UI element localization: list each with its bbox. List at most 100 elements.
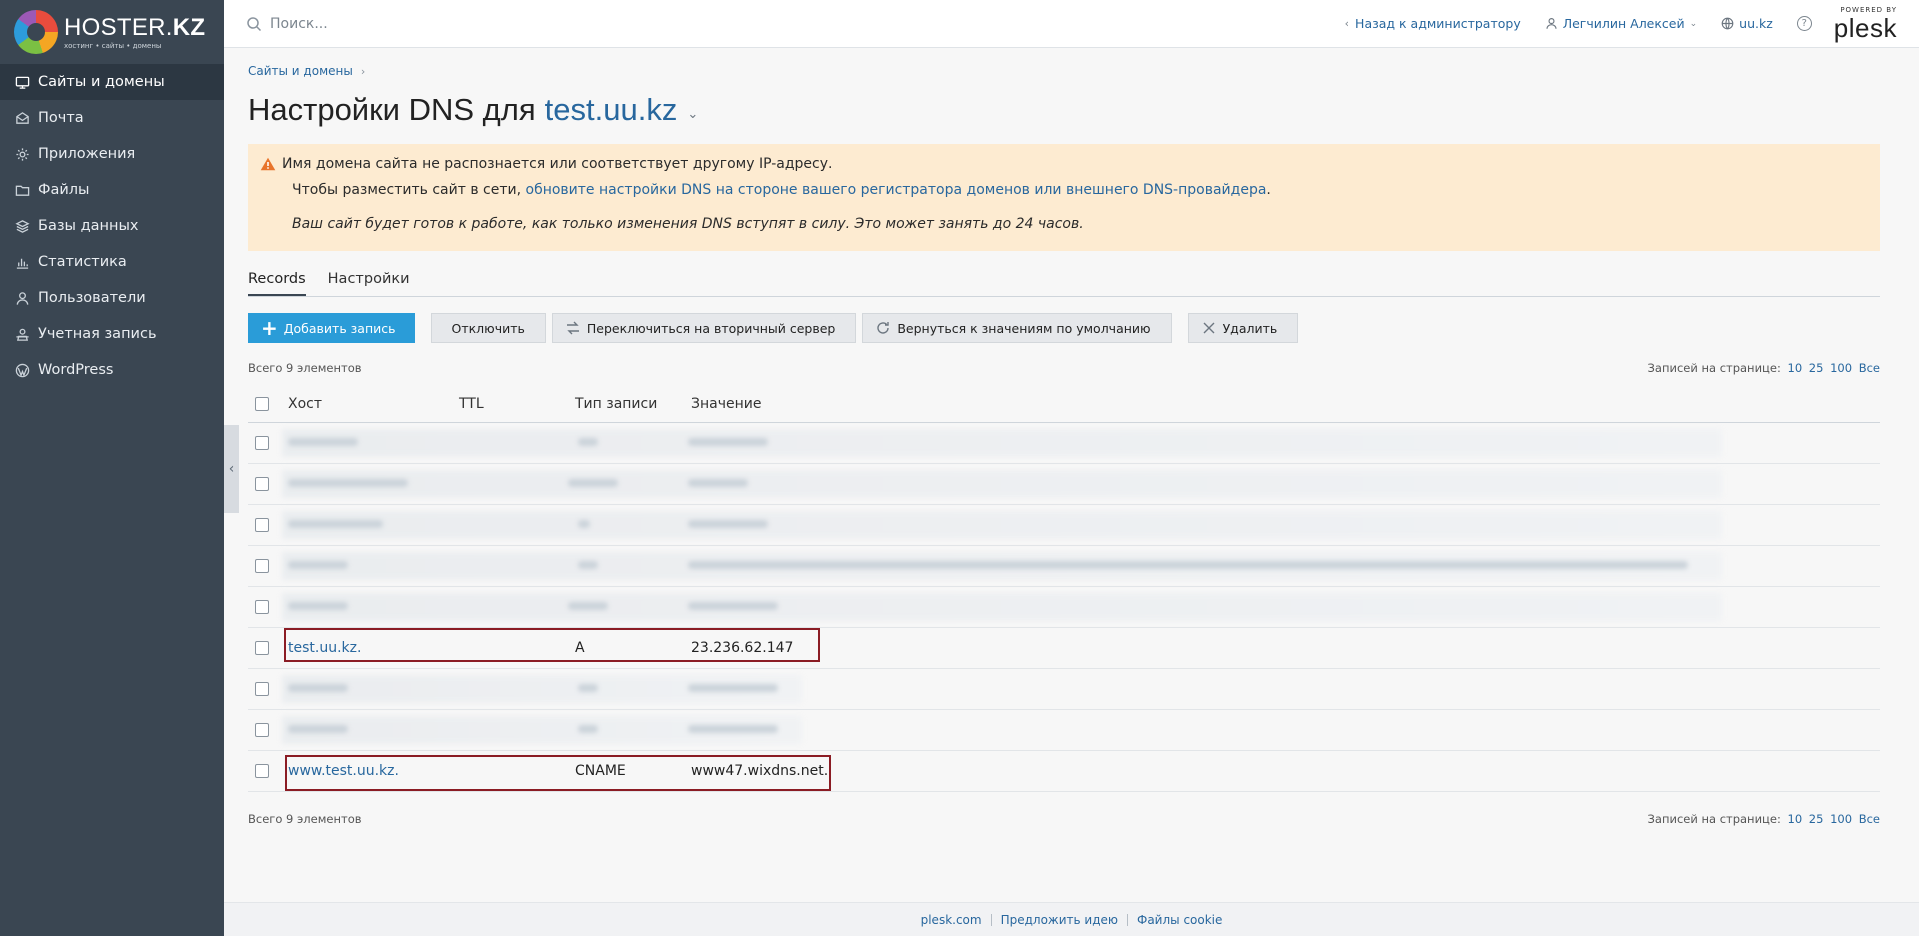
total-count: Всего 9 элементов [248,361,362,375]
chevron-down-icon: ⌄ [1689,18,1698,29]
sidebar-item-files[interactable]: Файлы [0,172,224,208]
search-input[interactable] [270,15,670,32]
per-page-selector: Записей на странице: 10 25 100 Все [1647,812,1880,826]
value-cell: 23.236.62.147 [691,640,794,656]
per-page-selector: Записей на странице: 10 25 100 Все [1647,361,1880,375]
sidebar-item-wordpress[interactable]: WordPress [0,352,224,388]
delete-button[interactable]: Удалить [1187,313,1299,343]
sidebar-item-label: Файлы [38,182,90,198]
warning-note: Ваш сайт будет готов к работе, как тольк… [292,216,1084,232]
hoster-logo-icon [14,10,58,54]
highlight-box [285,755,831,791]
footer: plesk.com Предложить идею Файлы cookie [224,902,1919,936]
sidebar: HOSTER.KZ хостинг • сайты • домены Сайты… [0,0,224,936]
table-row [248,464,1880,505]
switch-secondary-button[interactable]: Переключиться на вторичный сервер [551,313,857,343]
add-record-button[interactable]: + Добавить запись [248,313,415,343]
tab-settings[interactable]: Настройки [328,271,410,296]
topbar: ‹ Назад к администратору Легчилин Алексе… [224,0,1919,48]
per-page-100[interactable]: 100 [1830,812,1852,826]
restore-defaults-button[interactable]: Вернуться к значениям по умолчанию [862,313,1172,343]
main-content: Сайты и домены › Настройки DNS для test.… [248,48,1880,826]
sidebar-item-applications[interactable]: Приложения [0,136,224,172]
monitor-icon [14,74,30,90]
sidebar-item-mail[interactable]: Почта [0,100,224,136]
chevron-down-icon[interactable]: ⌄ [687,106,698,122]
footer-link-cookies[interactable]: Файлы cookie [1128,913,1231,927]
database-icon [14,218,30,234]
redacted-row [282,429,1722,457]
footer-link-suggest-idea[interactable]: Предложить идею [992,913,1127,927]
row-checkbox[interactable] [255,518,269,532]
row-checkbox[interactable] [255,723,269,737]
account-icon [14,326,30,342]
per-page-10[interactable]: 10 [1788,361,1803,375]
warning-icon [260,157,276,171]
table-row [248,423,1880,464]
plesk-logo: POWERED BY plesk [1833,5,1897,43]
total-count: Всего 9 элементов [248,812,362,826]
sidebar-item-label: Пользователи [38,290,146,306]
per-page-10[interactable]: 10 [1788,812,1803,826]
table-row [248,669,1880,710]
update-dns-link[interactable]: обновите настройки DNS на стороне вашего… [526,182,1267,198]
sidebar-item-label: Статистика [38,254,127,270]
column-host[interactable]: Хост [288,396,459,412]
sidebar-collapse-handle[interactable]: ‹ [224,425,239,513]
tab-records[interactable]: Records [248,271,306,296]
per-page-25[interactable]: 25 [1809,812,1824,826]
column-ttl[interactable]: TTL [459,396,575,412]
chevron-right-icon: › [360,64,366,78]
dns-warning-banner: Имя домена сайта не распознается или соо… [248,144,1880,251]
row-checkbox[interactable] [255,436,269,450]
per-page-25[interactable]: 25 [1809,361,1824,375]
redacted-row [282,511,1722,539]
user-icon [14,290,30,306]
wordpress-icon [14,362,30,378]
sidebar-item-label: Приложения [38,146,136,162]
toolbar: + Добавить запись Отключить Переключитьс… [248,313,1880,343]
value-cell: www47.wixdns.net. [691,763,829,779]
breadcrumb-item-sites[interactable]: Сайты и домены [248,64,353,78]
footer-link-plesk[interactable]: plesk.com [912,913,991,927]
row-checkbox[interactable] [255,477,269,491]
sidebar-item-label: Почта [38,110,84,126]
domain-selector[interactable]: test.uu.kz [545,92,678,128]
column-value[interactable]: Значение [691,396,1880,412]
sidebar-item-users[interactable]: Пользователи [0,280,224,316]
sidebar-nav: Сайты и домены Почта Приложения Файлы Ба… [0,64,224,388]
search-icon [247,16,262,31]
row-checkbox[interactable] [255,764,269,778]
brand-name: HOSTER.KZ [64,13,206,41]
help-icon[interactable]: ? [1796,16,1812,31]
back-to-admin-link[interactable]: ‹ Назад к администратору [1345,16,1521,31]
switch-icon [566,321,579,335]
per-page-all[interactable]: Все [1859,361,1880,375]
user-menu[interactable]: Легчилин Алексей ⌄ [1545,16,1697,31]
disable-button[interactable]: Отключить [430,313,546,343]
globe-icon [1721,17,1734,30]
warning-message: Имя домена сайта не распознается или соо… [282,156,833,172]
row-checkbox[interactable] [255,641,269,655]
breadcrumb: Сайты и домены › [248,64,1880,78]
domain-switcher[interactable]: uu.kz [1721,16,1773,31]
sidebar-item-statistics[interactable]: Статистика [0,244,224,280]
select-all-checkbox[interactable] [255,396,269,411]
sidebar-item-sites-domains[interactable]: Сайты и домены [0,64,224,100]
user-icon [1546,18,1557,29]
row-checkbox[interactable] [255,600,269,614]
refresh-icon [877,322,890,334]
sidebar-item-label: Базы данных [38,218,139,234]
row-checkbox[interactable] [255,559,269,573]
per-page-100[interactable]: 100 [1830,361,1852,375]
sidebar-item-databases[interactable]: Базы данных [0,208,224,244]
chevron-left-icon: ‹ [1344,17,1350,30]
dns-records-table: Хост TTL Тип записи Значение test.uu.kz.… [248,385,1880,792]
sidebar-item-account[interactable]: Учетная запись [0,316,224,352]
column-type[interactable]: Тип записи [575,396,691,412]
sidebar-item-label: WordPress [38,362,114,378]
row-checkbox[interactable] [255,682,269,696]
table-row [248,587,1880,628]
per-page-all[interactable]: Все [1859,812,1880,826]
brand-logo[interactable]: HOSTER.KZ хостинг • сайты • домены [0,0,224,64]
